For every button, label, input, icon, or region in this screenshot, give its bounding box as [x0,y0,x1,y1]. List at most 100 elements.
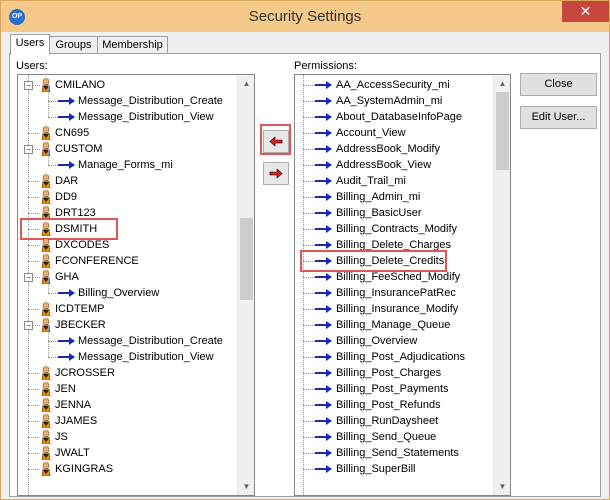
user-row[interactable]: JENNA [18,397,236,413]
edit-user-button[interactable]: Edit User... [520,106,597,129]
permission-row[interactable]: Billing_Insurance_Modify [295,301,491,317]
permissions-caption: Permissions: [294,60,357,72]
permissions-scroll-thumb[interactable] [496,92,509,170]
user-icon [41,254,51,268]
tree-line [303,325,315,326]
permission-label: Billing_Send_Queue [336,431,437,443]
user-row[interactable]: JCROSSER [18,365,236,381]
permission-row[interactable]: Billing_FeeSched_Modify [295,269,491,285]
user-row[interactable]: DSMITH [18,221,236,237]
permission-row[interactable]: AddressBook_Modify [295,141,491,157]
permission-label: Billing_Post_Refunds [336,399,441,411]
user-label: JBECKER [55,319,106,331]
user-row[interactable]: JJAMES [18,413,236,429]
users-scrollbar[interactable]: ▲ ▼ [237,75,254,495]
tree-line [48,165,58,166]
user-row[interactable]: JS [18,429,236,445]
tree-line [303,181,315,182]
user-label: JWALT [55,447,90,459]
window-close-button[interactable]: ✕ [562,1,609,22]
user-row[interactable]: DAR [18,173,236,189]
user-label: JENNA [55,399,92,411]
permission-row[interactable]: Billing_Manage_Queue [295,317,491,333]
user-row[interactable]: DD9 [18,189,236,205]
scroll-down-icon[interactable]: ▼ [238,478,254,495]
tree-line [28,421,40,422]
permission-row[interactable]: Message_Distribution_Create [18,325,236,349]
user-row[interactable]: − GHA [18,269,236,285]
permission-arrow-icon [315,145,332,153]
scroll-up-icon[interactable]: ▲ [238,75,254,92]
collapse-icon[interactable]: − [24,145,33,154]
red-left-arrow-icon [269,136,283,147]
permission-row[interactable]: AA_AccessSecurity_mi [295,77,491,93]
user-label: JS [55,431,68,443]
user-row[interactable]: JEN [18,381,236,397]
permission-row[interactable]: Billing_Admin_mi [295,189,491,205]
permission-row[interactable]: Billing_Delete_Credits [295,253,491,269]
permission-row[interactable]: Billing_Post_Charges [295,365,491,381]
permission-row[interactable]: AA_SystemAdmin_mi [295,93,491,109]
user-label: GHA [55,271,79,283]
user-row[interactable]: JWALT [18,445,236,461]
collapse-icon[interactable]: − [24,321,33,330]
users-scroll-thumb[interactable] [240,218,253,300]
permission-row[interactable]: About_DatabaseInfoPage [295,109,491,125]
tree-line [303,229,315,230]
user-row[interactable]: − CUSTOM [18,141,236,157]
user-row[interactable]: FCONFERENCE [18,253,236,269]
permission-row[interactable]: Billing_Send_Statements [295,445,491,461]
permission-arrow-icon [315,193,332,201]
user-row[interactable]: CN695 [18,125,236,141]
permission-row[interactable]: Billing_Overview [295,333,491,349]
permission-row[interactable]: Message_Distribution_View [18,341,236,365]
scroll-down-icon[interactable]: ▼ [494,478,510,495]
tree-line [303,341,315,342]
permission-row[interactable]: Billing_Overview [18,277,236,301]
permission-row[interactable]: Manage_Forms_mi [18,149,236,173]
user-label: DSMITH [55,223,98,235]
user-row[interactable]: KGINGRAS [18,461,236,477]
add-permission-button[interactable] [263,162,289,185]
permission-row[interactable]: Billing_Send_Queue [295,429,491,445]
permission-arrow-icon [58,161,75,169]
user-row[interactable]: − JBECKER [18,317,236,333]
close-button[interactable]: Close [520,73,597,96]
permission-row[interactable]: Billing_Post_Adjudications [295,349,491,365]
tree-line [303,101,315,102]
user-label: JEN [55,383,76,395]
permission-row[interactable]: Audit_Trail_mi [295,173,491,189]
tab-groups[interactable]: Groups [49,36,98,54]
permission-row[interactable]: AddressBook_View [295,157,491,173]
title-bar: OP Security Settings ✕ [1,1,609,32]
tree-line [48,293,58,294]
remove-permission-button[interactable] [263,130,289,153]
permissions-tree[interactable]: AA_AccessSecurity_mi AA_SystemAdmin_mi Abo… [294,74,511,496]
tree-line [303,261,315,262]
tab-users[interactable]: Users [10,34,50,55]
permission-label: Billing_FeeSched_Modify [336,271,461,283]
collapse-icon[interactable]: − [24,273,33,282]
permission-arrow-icon [315,465,332,473]
permission-row[interactable]: Billing_RunDaysheet [295,413,491,429]
permission-row[interactable]: Account_View [295,125,491,141]
permission-row[interactable]: Message_Distribution_View [18,101,236,125]
users-tree[interactable]: − CMILANO Message_Distribution_Create Messa… [17,74,255,496]
scroll-up-icon[interactable]: ▲ [494,75,510,92]
tree-line [303,405,315,406]
permission-label: About_DatabaseInfoPage [336,111,462,123]
permission-label: Billing_Contracts_Modify [336,223,458,235]
permission-row[interactable]: Billing_BasicUser [295,205,491,221]
permission-row[interactable]: Billing_Post_Refunds [295,397,491,413]
user-row[interactable]: − CMILANO [18,77,236,93]
user-row[interactable]: ICDTEMP [18,301,236,317]
permissions-scrollbar[interactable]: ▲ ▼ [493,75,510,495]
user-row[interactable]: DXCODES [18,237,236,253]
permission-row[interactable]: Billing_Contracts_Modify [295,221,491,237]
collapse-icon[interactable]: − [24,81,33,90]
permission-row[interactable]: Message_Distribution_Create [18,85,236,109]
permission-row[interactable]: Billing_InsurancePatRec [295,285,491,301]
permission-row[interactable]: Billing_SuperBill [295,461,491,477]
tab-membership[interactable]: Membership [97,36,168,54]
permission-row[interactable]: Billing_Post_Payments [295,381,491,397]
